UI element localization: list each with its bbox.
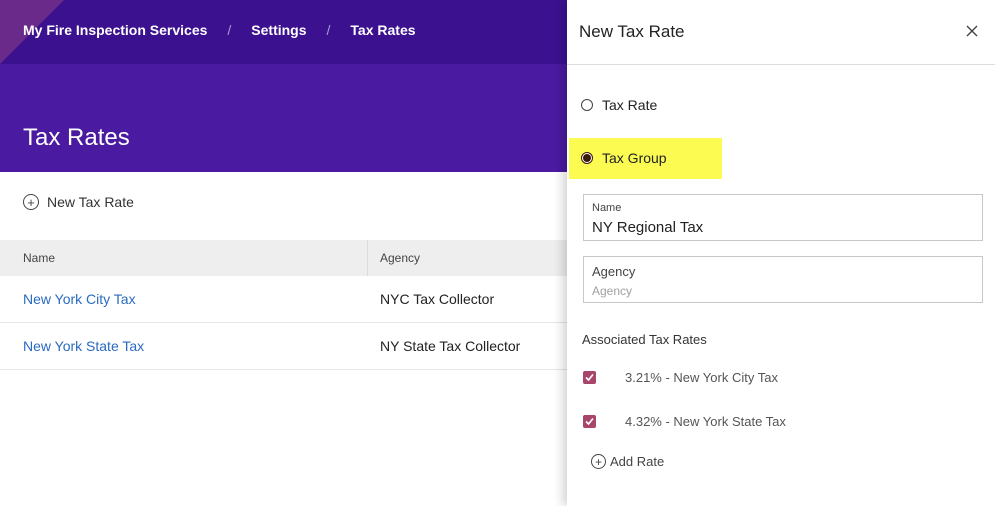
breadcrumb-separator: / (227, 22, 232, 38)
column-header-name[interactable]: Name (0, 240, 368, 276)
associated-tax-rates-title: Associated Tax Rates (582, 332, 707, 347)
breadcrumb-separator: / (326, 22, 331, 38)
tax-name-link[interactable]: New York City Tax (0, 291, 368, 307)
radio-option-tax-rate[interactable]: Tax Rate (581, 97, 657, 113)
tax-agency-cell: NYC Tax Collector (380, 291, 495, 307)
plus-circle-icon: + (23, 194, 39, 210)
table-header: Name Agency (0, 240, 567, 276)
new-tax-rate-panel: New Tax Rate Tax Rate Tax Group Name Age… (567, 0, 995, 506)
name-field-label: Name (592, 202, 622, 214)
tax-agency-cell: NY State Tax Collector (380, 338, 521, 354)
close-icon[interactable] (965, 24, 979, 38)
radio-label-tax-group: Tax Group (602, 150, 667, 166)
radio-button-tax-rate[interactable] (581, 99, 593, 111)
agency-field-label: Agency (592, 264, 636, 279)
name-input[interactable] (592, 219, 972, 236)
page-title: Tax Rates (23, 124, 130, 151)
breadcrumb-item-current: Tax Rates (350, 22, 416, 38)
plus-circle-icon: + (591, 454, 606, 469)
check-icon (585, 417, 594, 426)
new-tax-rate-button[interactable]: + New Tax Rate (23, 194, 134, 210)
add-rate-label: Add Rate (610, 454, 665, 469)
table-row: New York City Tax NYC Tax Collector (0, 276, 567, 323)
add-rate-button[interactable]: + Add Rate (591, 454, 664, 469)
new-tax-rate-label: New Tax Rate (47, 194, 134, 210)
panel-header: New Tax Rate (567, 0, 995, 65)
radio-button-tax-group[interactable] (577, 148, 599, 170)
column-header-agency[interactable]: Agency (368, 240, 420, 276)
table-row: New York State Tax NY State Tax Collecto… (0, 323, 567, 370)
check-icon (585, 373, 594, 382)
breadcrumb-item-settings[interactable]: Settings (251, 22, 306, 38)
agency-field[interactable]: Agency (583, 256, 983, 303)
radio-option-tax-group[interactable]: Tax Group (577, 148, 667, 170)
associated-rate-item: 4.32% - New York State Tax (583, 414, 786, 429)
tax-rates-table: Name Agency New York City Tax NYC Tax Co… (0, 240, 567, 370)
associated-rate-label: 3.21% - New York City Tax (625, 370, 778, 385)
tax-name-link[interactable]: New York State Tax (0, 338, 368, 354)
associated-rate-label: 4.32% - New York State Tax (625, 414, 786, 429)
checkbox-checked[interactable] (583, 371, 596, 384)
radio-label-tax-rate: Tax Rate (602, 97, 658, 113)
agency-input[interactable] (592, 284, 972, 298)
name-field[interactable]: Name (583, 194, 983, 241)
breadcrumb-item-home[interactable]: My Fire Inspection Services (23, 22, 207, 38)
associated-rate-item: 3.21% - New York City Tax (583, 370, 778, 385)
breadcrumb: My Fire Inspection Services / Settings /… (23, 22, 416, 38)
panel-title: New Tax Rate (579, 22, 685, 41)
checkbox-checked[interactable] (583, 415, 596, 428)
